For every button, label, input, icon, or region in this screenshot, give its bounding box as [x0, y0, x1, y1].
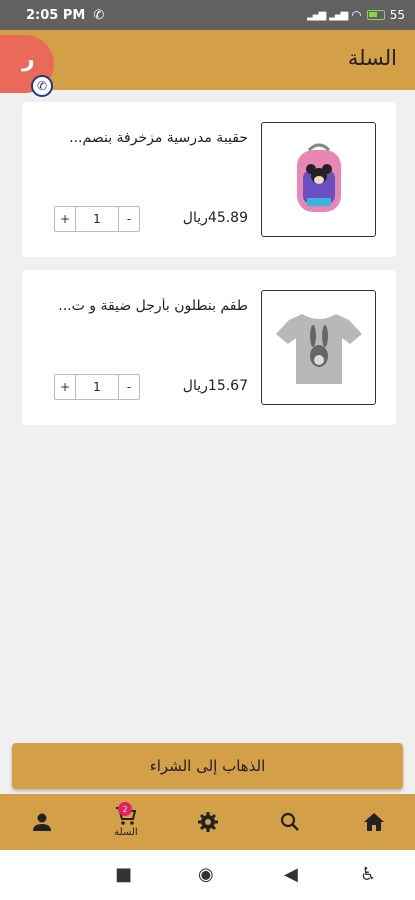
bottom-nav: السلة 2: [0, 794, 415, 850]
home-icon: [364, 813, 384, 831]
signal-icon-2: ▂▄▆: [329, 9, 348, 21]
product-title[interactable]: طقم بنطلون بأرجل ضيقة و ت...: [38, 298, 248, 314]
nav-profile[interactable]: [12, 794, 72, 850]
decrease-quantity-button[interactable]: -: [119, 375, 139, 399]
quantity-value: 1: [75, 375, 119, 399]
battery-icon: [366, 10, 385, 20]
nav-settings[interactable]: [178, 794, 238, 850]
nav-cart[interactable]: السلة 2: [96, 794, 156, 850]
wifi-icon: ◠: [351, 8, 362, 22]
product-image[interactable]: [261, 122, 376, 237]
search-icon: [280, 812, 299, 831]
nav-search[interactable]: [260, 794, 320, 850]
product-price: 15.67ريال: [182, 378, 248, 394]
product-price: 45.89ريال: [182, 210, 248, 226]
increase-quantity-button[interactable]: +: [55, 207, 75, 231]
gear-icon: [198, 812, 218, 832]
person-icon: [33, 813, 51, 831]
nav-home[interactable]: [344, 794, 404, 850]
product-title[interactable]: حقيبة مدرسية مزخرفة بنصم...: [38, 130, 248, 146]
cart-item[interactable]: حقيبة مدرسية مزخرفة بنصم... 45.89ريال + …: [22, 102, 396, 257]
quantity-stepper[interactable]: + 1 -: [54, 374, 140, 400]
page-title: السلة: [347, 46, 397, 70]
phone-call-icon: ✆: [93, 7, 105, 23]
recents-icon[interactable]: ■: [115, 864, 132, 885]
cart-count-badge: 2: [118, 802, 132, 816]
checkout-button[interactable]: الذهاب إلى الشراء: [12, 743, 403, 789]
app-bar: السلة: [0, 30, 415, 90]
backpack-image: [296, 143, 341, 212]
home-circle-icon[interactable]: ◉: [198, 864, 214, 885]
checkout-label: الذهاب إلى الشراء: [149, 757, 266, 775]
product-image[interactable]: [261, 290, 376, 405]
nav-cart-label: السلة: [114, 827, 138, 838]
decrease-quantity-button[interactable]: -: [119, 207, 139, 231]
tshirt-image: [275, 313, 362, 384]
status-icons: ▂▄▆ ▂▄▆ ◠ 55: [307, 8, 405, 22]
quantity-value: 1: [75, 207, 119, 231]
back-icon[interactable]: ◀: [284, 864, 298, 885]
signal-icon: ▂▄▆: [307, 9, 326, 21]
accessibility-icon[interactable]: ♿: [360, 864, 376, 885]
fab-letter: ر: [22, 47, 35, 72]
cart-item[interactable]: طقم بنطلون بأرجل ضيقة و ت... 15.67ريال +…: [22, 270, 396, 425]
status-time: 2:05 PM: [26, 7, 86, 23]
increase-quantity-button[interactable]: +: [55, 375, 75, 399]
system-nav-bar: ■ ◉ ◀ ♿: [0, 850, 415, 900]
quantity-stepper[interactable]: + 1 -: [54, 206, 140, 232]
battery-level: 55: [389, 8, 405, 22]
phone-icon[interactable]: ✆: [31, 75, 53, 97]
status-bar: 2:05 PM ✆ ▂▄▆ ▂▄▆ ◠ 55: [0, 0, 415, 30]
